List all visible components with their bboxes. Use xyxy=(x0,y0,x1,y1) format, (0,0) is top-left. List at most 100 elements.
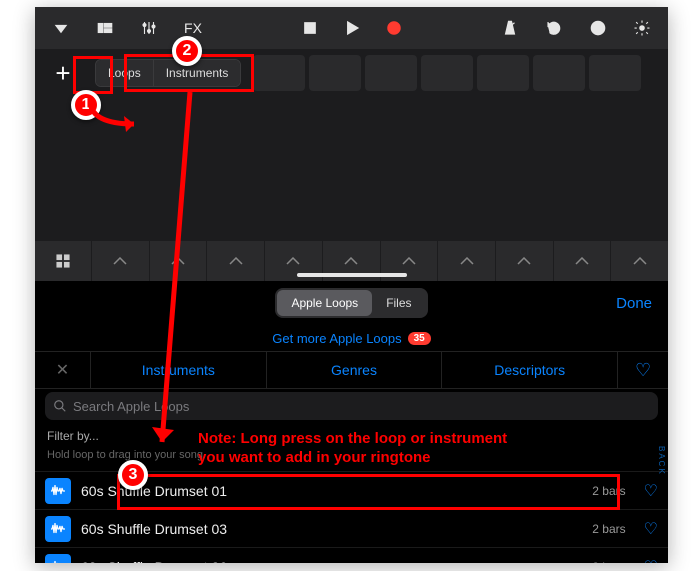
loop-name: 60s Shuffle Drumset 06 xyxy=(81,559,582,564)
loop-favorite-button[interactable]: ♡ xyxy=(644,481,658,501)
side-label: BACK xyxy=(657,446,666,476)
region[interactable] xyxy=(421,55,473,91)
heart-icon: ♡ xyxy=(644,483,658,500)
search-row: Search Apple Loops xyxy=(35,389,668,423)
chevron-up-icon xyxy=(460,257,474,265)
transport-toolbar: FX xyxy=(35,7,668,49)
question-icon xyxy=(589,19,607,37)
key[interactable] xyxy=(91,241,149,281)
undo-icon xyxy=(545,19,563,37)
key[interactable] xyxy=(495,241,553,281)
fx-label: FX xyxy=(184,20,202,36)
loops-count-badge: 35 xyxy=(408,332,431,345)
close-filter-button[interactable]: ✕ xyxy=(35,352,91,388)
get-more-label: Get more Apple Loops xyxy=(272,331,401,346)
play-button[interactable] xyxy=(334,11,370,45)
waveform-icon xyxy=(45,516,71,542)
stop-icon xyxy=(301,19,319,37)
key[interactable] xyxy=(553,241,611,281)
sliders-icon xyxy=(140,19,158,37)
view-dropdown[interactable] xyxy=(41,11,81,45)
chevron-up-icon xyxy=(113,257,127,265)
loop-list: 60s Shuffle Drumset 01 2 bars ♡ 60s Shuf… xyxy=(35,471,668,563)
undo-button[interactable] xyxy=(534,11,574,45)
category-row: ✕ Instruments Genres Descriptors ♡ xyxy=(35,351,668,389)
record-icon xyxy=(385,19,403,37)
region[interactable] xyxy=(589,55,641,91)
loop-item[interactable]: 60s Shuffle Drumset 01 2 bars ♡ xyxy=(35,471,668,509)
home-indicator xyxy=(297,273,407,277)
tracks-icon xyxy=(96,19,114,37)
drag-hint: Hold loop to drag into your song. xyxy=(35,449,668,471)
browser-header: Apple Loops Files Done xyxy=(35,281,668,325)
get-more-loops-link[interactable]: Get more Apple Loops 35 xyxy=(35,325,668,351)
key[interactable] xyxy=(149,241,207,281)
loop-name: 60s Shuffle Drumset 03 xyxy=(81,521,582,537)
loop-item[interactable]: 60s Shuffle Drumset 06 2 bars ♡ xyxy=(35,547,668,563)
track-library-tabs: Loops Instruments xyxy=(95,59,241,87)
tracks-view-button[interactable] xyxy=(85,11,125,45)
loop-item[interactable]: 60s Shuffle Drumset 03 2 bars ♡ xyxy=(35,509,668,547)
heart-icon: ♡ xyxy=(644,559,658,564)
loop-favorite-button[interactable]: ♡ xyxy=(644,557,658,564)
chevron-up-icon xyxy=(286,257,300,265)
chevron-up-icon xyxy=(575,257,589,265)
category-instruments[interactable]: Instruments xyxy=(91,352,267,388)
chevron-up-icon xyxy=(344,257,358,265)
grid-icon xyxy=(54,252,72,270)
region[interactable] xyxy=(533,55,585,91)
loop-bars: 2 bars xyxy=(592,484,625,498)
search-input[interactable]: Search Apple Loops xyxy=(45,392,658,420)
chevron-up-icon xyxy=(517,257,531,265)
track-header-row: + Loops Instruments xyxy=(35,49,668,97)
seg-files[interactable]: Files xyxy=(372,290,425,316)
category-descriptors[interactable]: Descriptors xyxy=(442,352,618,388)
transport-controls xyxy=(292,11,412,45)
loop-bars: 2 bars xyxy=(592,560,625,564)
tab-loops[interactable]: Loops xyxy=(96,60,153,86)
play-icon xyxy=(343,19,361,37)
grid-button[interactable] xyxy=(35,252,91,270)
heart-icon: ♡ xyxy=(635,360,651,381)
region[interactable] xyxy=(309,55,361,91)
mixer-button[interactable] xyxy=(129,11,169,45)
region[interactable] xyxy=(477,55,529,91)
metronome-button[interactable] xyxy=(490,11,530,45)
gear-icon xyxy=(633,19,651,37)
metronome-icon xyxy=(501,19,519,37)
loop-favorite-button[interactable]: ♡ xyxy=(644,519,658,539)
key[interactable] xyxy=(206,241,264,281)
record-button[interactable] xyxy=(376,11,412,45)
filter-by-button[interactable]: Filter by... xyxy=(35,423,668,449)
key[interactable] xyxy=(610,241,668,281)
heart-icon: ♡ xyxy=(644,521,658,538)
triangle-down-icon xyxy=(52,19,70,37)
category-genres[interactable]: Genres xyxy=(267,352,443,388)
region[interactable] xyxy=(253,55,305,91)
tracks-editor-panel: FX + xyxy=(35,7,668,281)
chevron-up-icon xyxy=(633,257,647,265)
info-button[interactable] xyxy=(578,11,618,45)
loop-browser-panel: Apple Loops Files Done Get more Apple Lo… xyxy=(35,281,668,563)
loop-bars: 2 bars xyxy=(592,522,625,536)
seg-apple-loops[interactable]: Apple Loops xyxy=(277,290,372,316)
chevron-up-icon xyxy=(171,257,185,265)
plus-icon: + xyxy=(55,58,70,89)
add-track-button[interactable]: + xyxy=(35,49,91,97)
tab-instruments[interactable]: Instruments xyxy=(153,60,241,86)
fx-button[interactable]: FX xyxy=(173,11,213,45)
chevron-up-icon xyxy=(402,257,416,265)
favorites-button[interactable]: ♡ xyxy=(618,360,668,381)
key[interactable] xyxy=(437,241,495,281)
chevron-up-icon xyxy=(229,257,243,265)
stop-button[interactable] xyxy=(292,11,328,45)
close-icon: ✕ xyxy=(56,360,69,380)
waveform-icon xyxy=(45,478,71,504)
waveform-icon xyxy=(45,554,71,564)
region[interactable] xyxy=(365,55,417,91)
source-segmented: Apple Loops Files xyxy=(275,288,427,318)
search-icon xyxy=(53,399,67,413)
done-button[interactable]: Done xyxy=(616,295,652,312)
settings-button[interactable] xyxy=(622,11,662,45)
filter-label: Filter by... xyxy=(47,429,99,443)
